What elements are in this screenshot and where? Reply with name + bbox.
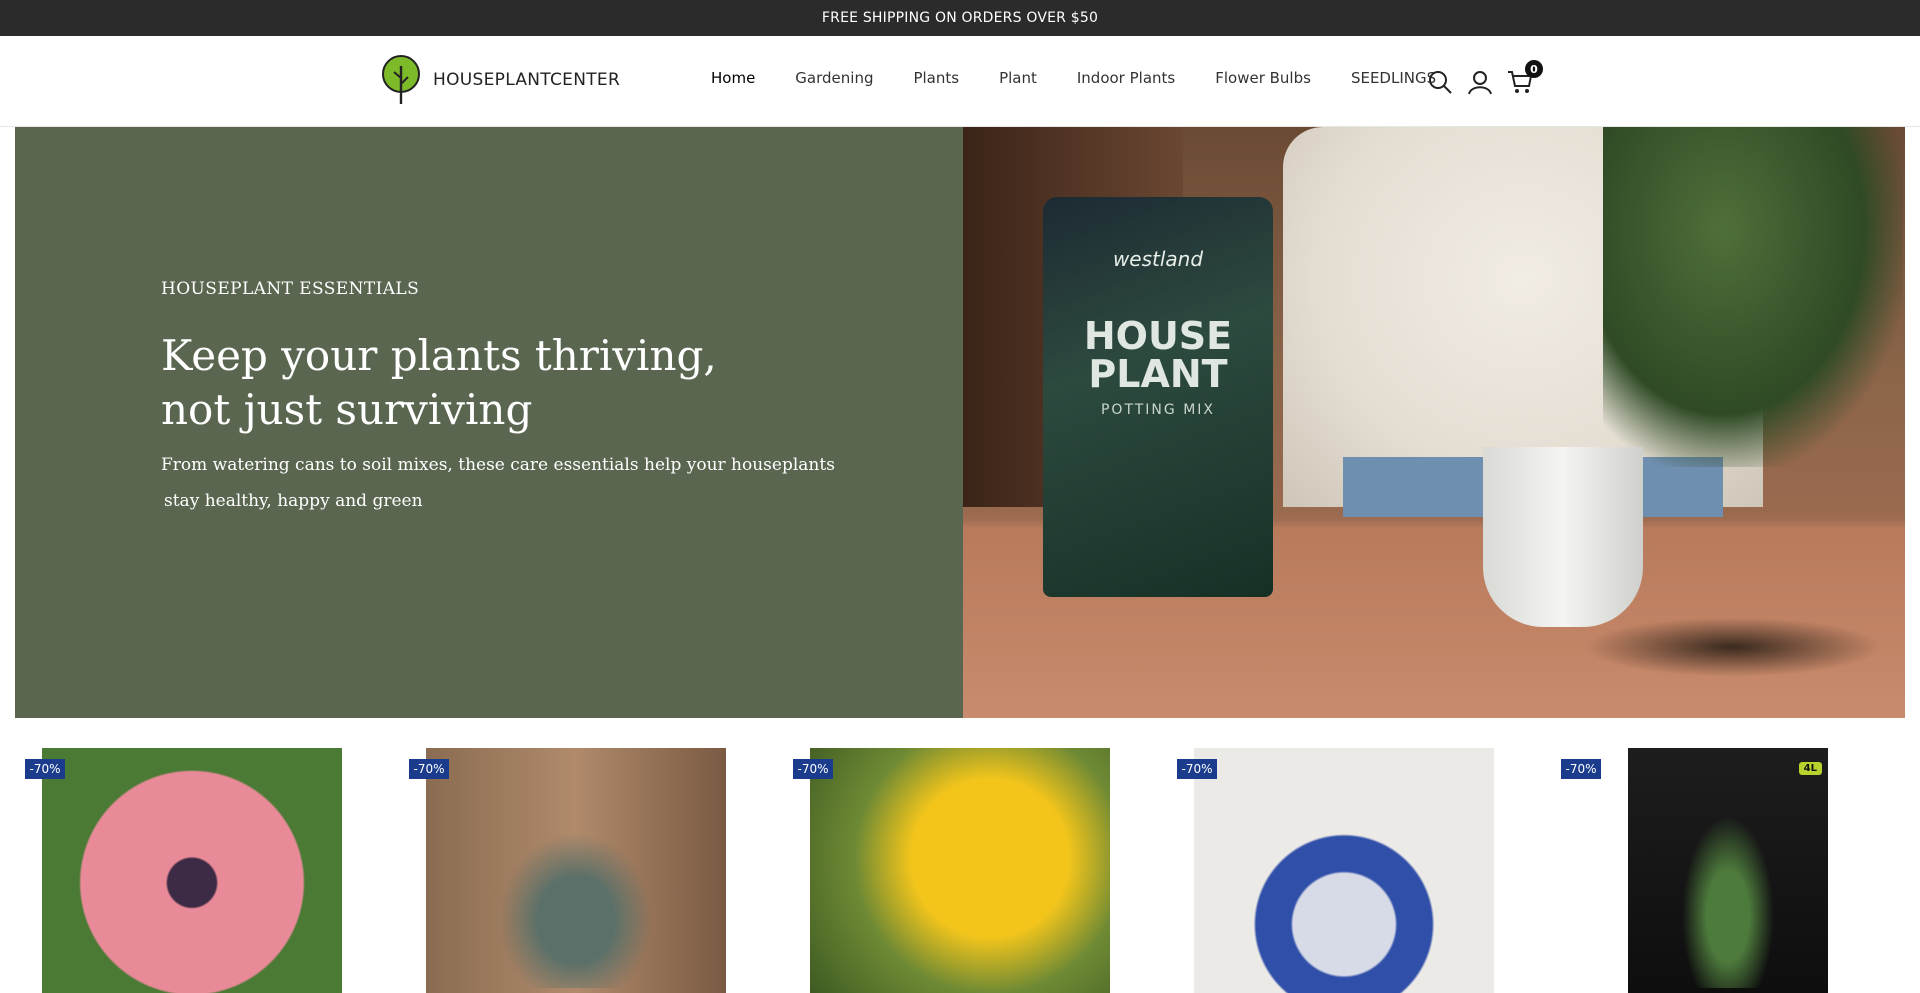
header-icons: 0 xyxy=(1426,60,1543,95)
product-card[interactable]: -70% xyxy=(1177,748,1497,993)
product-image[interactable] xyxy=(426,748,726,993)
announcement-bar: FREE SHIPPING ON ORDERS OVER $50 xyxy=(0,0,1920,36)
discount-badge: -70% xyxy=(1561,759,1601,779)
soil-spill xyxy=(1583,617,1883,677)
hero-banner: HOUSEPLANT ESSENTIALS Keep your plants t… xyxy=(15,127,1905,718)
site-logo[interactable]: HOUSEPLANTCENTER xyxy=(381,54,620,106)
nav-item-plant[interactable]: Plant xyxy=(999,69,1037,87)
site-header: HOUSEPLANTCENTER Home Gardening Plants P… xyxy=(0,36,1920,127)
hero-subtitle-line2: stay healthy, happy and green xyxy=(164,491,423,511)
hero-title-line1: Keep your plants thriving, xyxy=(161,331,717,380)
size-label: 4L xyxy=(1798,762,1822,775)
hero-title-line2: not just surviving xyxy=(161,385,533,434)
hero-title: Keep your plants thriving, not just surv… xyxy=(161,329,717,437)
product-image[interactable]: 4L xyxy=(1628,748,1828,993)
discount-badge: -70% xyxy=(793,759,833,779)
cart-icon[interactable]: 0 xyxy=(1506,60,1543,95)
hero-subtitle: From watering cans to soil mixes, these … xyxy=(161,447,841,519)
search-icon[interactable] xyxy=(1426,68,1453,95)
nav-item-gardening[interactable]: Gardening xyxy=(795,69,873,87)
product-card[interactable]: -70% xyxy=(409,748,729,993)
hero-kicker: HOUSEPLANT ESSENTIALS xyxy=(161,279,420,299)
discount-badge: -70% xyxy=(25,759,65,779)
white-pot xyxy=(1483,447,1643,627)
product-row: -70% -70% -70% -70% 4L -70% xyxy=(0,748,1920,993)
product-card[interactable]: 4L -70% xyxy=(1561,748,1881,993)
nav-item-indoor-plants[interactable]: Indoor Plants xyxy=(1077,69,1175,87)
nav-item-plants[interactable]: Plants xyxy=(913,69,959,87)
tree-logo-icon xyxy=(382,55,420,104)
discount-badge: -70% xyxy=(1177,759,1217,779)
discount-badge: -70% xyxy=(409,759,449,779)
product-image[interactable] xyxy=(1194,748,1494,993)
logo-text: HOUSEPLANTCENTER xyxy=(433,70,621,90)
announcement-text: FREE SHIPPING ON ORDERS OVER $50 xyxy=(821,10,1099,26)
plant-foliage xyxy=(1603,127,1903,467)
main-nav: Home Gardening Plants Plant Indoor Plant… xyxy=(711,69,1436,87)
product-image[interactable] xyxy=(42,748,342,993)
potting-mix-bag: westland HOUSE PLANT POTTING MIX xyxy=(1043,197,1273,597)
bag-brand: westland xyxy=(1112,247,1204,271)
bag-subtitle: POTTING MIX xyxy=(1100,402,1216,418)
bag-title: HOUSE PLANT xyxy=(1083,314,1233,396)
nav-item-seedlings[interactable]: SEEDLINGS xyxy=(1351,69,1436,87)
product-card[interactable]: -70% xyxy=(793,748,1113,993)
cart-count-badge: 0 xyxy=(1525,60,1543,78)
hero-image: westland HOUSE PLANT POTTING MIX xyxy=(963,127,1905,718)
account-icon[interactable] xyxy=(1466,68,1493,95)
hero-subtitle-line1: From watering cans to soil mixes, these … xyxy=(161,455,835,475)
product-image[interactable] xyxy=(810,748,1110,993)
nav-item-home[interactable]: Home xyxy=(711,69,755,87)
nav-item-flower-bulbs[interactable]: Flower Bulbs xyxy=(1215,69,1311,87)
hero-text-panel: HOUSEPLANT ESSENTIALS Keep your plants t… xyxy=(15,127,963,718)
product-card[interactable]: -70% xyxy=(25,748,345,993)
